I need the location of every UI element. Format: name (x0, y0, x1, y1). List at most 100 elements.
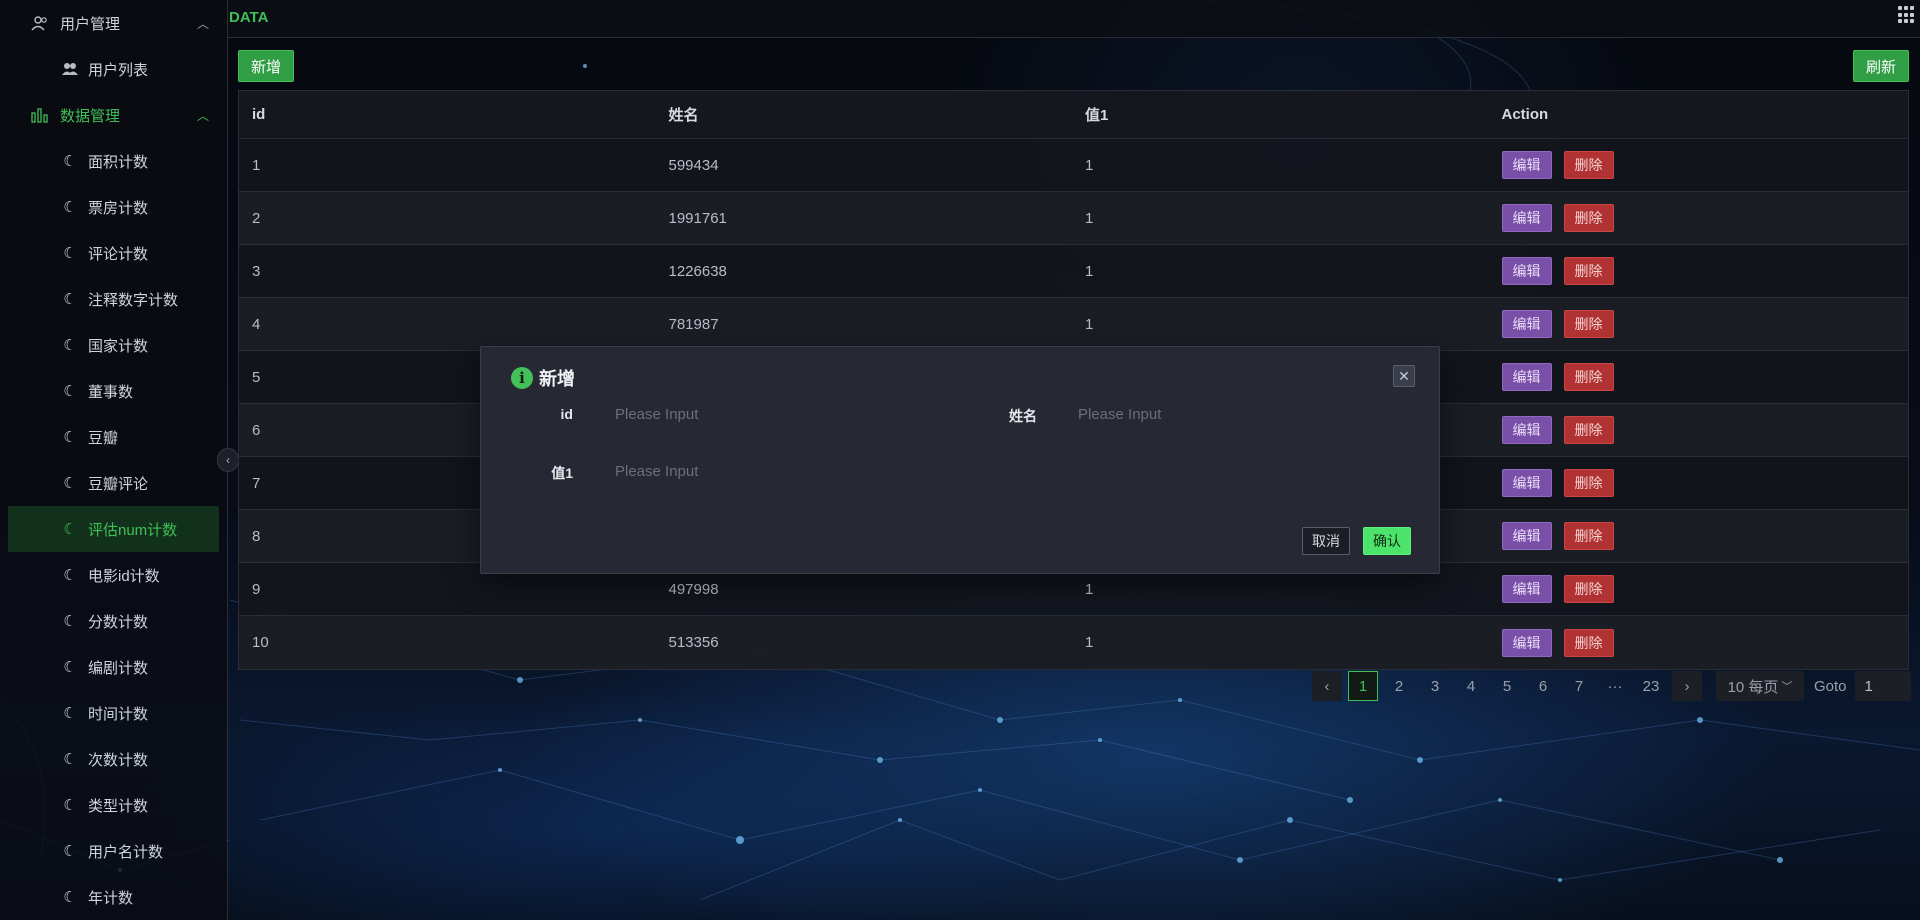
delete-button[interactable]: 删除 (1563, 522, 1614, 550)
value1-input[interactable]: Please Input (615, 458, 935, 484)
page-size-select[interactable]: 10 每页 ﹀ (1716, 671, 1804, 701)
page-button[interactable]: 5 (1492, 671, 1522, 701)
edit-button[interactable]: 编辑 (1501, 363, 1552, 391)
confirm-button[interactable]: 确认 (1363, 527, 1411, 555)
delete-button[interactable]: 删除 (1563, 363, 1614, 391)
sidebar-item-label: 用户名计数 (88, 843, 164, 861)
edit-button[interactable]: 编辑 (1501, 522, 1552, 550)
edit-button[interactable]: 编辑 (1501, 310, 1552, 338)
close-icon: ✕ (1398, 367, 1410, 384)
goto-label: Goto (1814, 677, 1847, 695)
delete-button[interactable]: 删除 (1563, 628, 1614, 657)
sidebar-item-country-count[interactable]: ☾ 国家计数 (0, 322, 219, 368)
moon-icon: ☾ (63, 889, 77, 906)
sidebar-item-label: 电影id计数 (88, 567, 160, 585)
prev-page-button[interactable]: ‹ (1312, 671, 1342, 701)
cell-name: 1991761 (668, 209, 727, 227)
chevron-up-icon: ︿ (196, 108, 209, 123)
delete-button[interactable]: 删除 (1563, 575, 1614, 603)
sidebar-item-boxoffice-count[interactable]: ☾ 票房计数 (0, 184, 219, 230)
sidebar: 用户管理 ︿ 用户列表 数据管理 ︿ ☾ 面积计数 ☾ 票房计数 ☾ 评论计数 ☾ 注释… (0, 0, 228, 920)
sidebar-item-score-count[interactable]: ☾ 分数计数 (0, 598, 219, 644)
sidebar-item-label: 豆瓣评论 (88, 475, 149, 493)
sidebar-item-type-count[interactable]: ☾ 类型计数 (0, 782, 219, 828)
delete-button[interactable]: 删除 (1563, 257, 1614, 285)
sidebar-collapse-button[interactable]: ‹ (217, 448, 239, 472)
chevron-up-icon: ︿ (196, 16, 209, 31)
moon-icon: ☾ (63, 751, 77, 768)
info-icon: i (511, 367, 533, 389)
pagination: ‹ 1 2 3 4 5 6 7 ··· 23 › 10 每页 ﹀ Goto 1 (1312, 671, 1911, 701)
page-button[interactable]: 1 (1348, 671, 1378, 701)
close-button[interactable]: ✕ (1393, 365, 1415, 387)
cell-id: 9 (252, 580, 261, 598)
add-button[interactable]: 新增 (238, 50, 295, 82)
sidebar-item-username-count[interactable]: ☾ 用户名计数 (0, 828, 219, 874)
id-label: id (560, 406, 573, 422)
edit-button[interactable]: 编辑 (1501, 628, 1552, 657)
page-button[interactable]: 4 (1456, 671, 1486, 701)
delete-button[interactable]: 删除 (1563, 416, 1614, 444)
refresh-button[interactable]: 刷新 (1853, 50, 1910, 82)
cell-action: 编辑 删除 (1489, 363, 1909, 391)
page-button[interactable]: 7 (1564, 671, 1594, 701)
edit-button[interactable]: 编辑 (1501, 204, 1552, 232)
cell-name: 513356 (668, 634, 719, 651)
moon-icon: ☾ (63, 613, 77, 630)
goto-page-input[interactable]: 1 (1854, 671, 1911, 701)
cell-value1: 1 (1085, 262, 1094, 280)
chevron-down-icon: ﹀ (1781, 681, 1793, 693)
sidebar-item-label: 董事数 (88, 383, 134, 401)
sidebar-item-douban-comment[interactable]: ☾ 豆瓣评论 (0, 460, 219, 506)
sidebar-item-area-count[interactable]: ☾ 面积计数 (0, 138, 219, 184)
column-header-name: 姓名 (668, 107, 699, 124)
sidebar-item-year-count[interactable]: ☾ 年计数 (0, 874, 219, 920)
id-input[interactable]: Please Input (615, 401, 935, 427)
cell-action: 编辑 删除 (1489, 151, 1909, 179)
sidebar-item-director-count[interactable]: ☾ 董事数 (0, 368, 219, 414)
cell-id: 4 (252, 315, 261, 333)
sidebar-item-times-count[interactable]: ☾ 次数计数 (0, 736, 219, 782)
edit-button[interactable]: 编辑 (1501, 416, 1552, 444)
sidebar-item-annotation-count[interactable]: ☾ 注释数字计数 (0, 276, 219, 322)
delete-button[interactable]: 删除 (1563, 310, 1614, 338)
cancel-button[interactable]: 取消 (1302, 527, 1350, 555)
user-group-icon (62, 61, 78, 77)
page-button[interactable]: 23 (1636, 671, 1666, 701)
sidebar-item-label: 时间计数 (88, 705, 149, 723)
column-header-action: Action (1501, 106, 1549, 123)
sidebar-item-comment-count[interactable]: ☾ 评论计数 (0, 230, 219, 276)
menu-group-data-management[interactable]: 数据管理 ︿ (0, 92, 227, 138)
column-header-id: id (252, 106, 266, 123)
sidebar-item-movie-id-count[interactable]: ☾ 电影id计数 (0, 552, 219, 598)
page-button[interactable]: 6 (1528, 671, 1558, 701)
delete-button[interactable]: 删除 (1563, 151, 1614, 179)
sidebar-item-rating-num-count[interactable]: ☾ 评估num计数 (8, 506, 219, 552)
delete-button[interactable]: 删除 (1563, 469, 1614, 497)
sidebar-item-douban[interactable]: ☾ 豆瓣 (0, 414, 219, 460)
next-page-button[interactable]: › (1672, 671, 1702, 701)
sidebar-item-time-count[interactable]: ☾ 时间计数 (0, 690, 219, 736)
delete-button[interactable]: 删除 (1563, 204, 1614, 232)
page-button[interactable]: 2 (1384, 671, 1414, 701)
table-row: 3 1226638 1 编辑 删除 (239, 245, 1908, 298)
sidebar-item-writer-count[interactable]: ☾ 编剧计数 (0, 644, 219, 690)
table-header-row: id 姓名 值1 Action (239, 91, 1908, 139)
top-header: DATA (228, 0, 1920, 38)
menu-group-user-management[interactable]: 用户管理 ︿ (0, 0, 227, 46)
page-size-value: 10 每页 (1727, 678, 1779, 696)
moon-icon: ☾ (63, 475, 77, 492)
name-input[interactable]: Please Input (1078, 401, 1398, 427)
page-title: DATA (229, 9, 269, 26)
sidebar-item-label: 豆瓣 (88, 429, 119, 447)
page-button[interactable]: 3 (1420, 671, 1450, 701)
apps-grid-icon[interactable] (1898, 6, 1916, 24)
edit-button[interactable]: 编辑 (1501, 575, 1552, 603)
page-button[interactable]: ··· (1600, 671, 1630, 701)
sidebar-item-label: 用户列表 (88, 61, 149, 79)
edit-button[interactable]: 编辑 (1501, 257, 1552, 285)
sidebar-item-user-list[interactable]: 用户列表 (0, 46, 219, 92)
edit-button[interactable]: 编辑 (1501, 151, 1552, 179)
sidebar-item-label: 面积计数 (88, 153, 149, 171)
edit-button[interactable]: 编辑 (1501, 469, 1552, 497)
